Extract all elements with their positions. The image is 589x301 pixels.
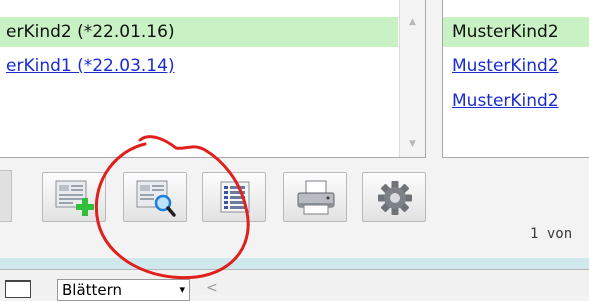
window-icon[interactable] [5,280,31,298]
list-item[interactable]: MusterKind2 [443,86,589,116]
list-item-label: MusterKind2 [452,91,559,111]
scroll-down-arrow[interactable]: ▼ [400,134,425,154]
pagination-text: 1 von [530,226,573,242]
list-item-label: MusterKind2 [452,56,559,76]
gear-icon [378,181,412,215]
list-item-label: MusterKind2 [452,22,559,42]
list-view-button[interactable] [202,172,266,222]
vertical-scrollbar[interactable]: ▲ ▼ [399,0,425,157]
add-record-button[interactable] [42,172,106,222]
list-item[interactable]: MusterKind2 [443,51,589,81]
list-item-label: erKind1 (*22.03.14) [6,56,175,76]
settings-button[interactable] [362,172,426,222]
list-item[interactable]: erKind1 (*22.03.14) [0,51,398,81]
printer-icon [297,180,335,215]
scroll-up-arrow[interactable]: ▲ [400,12,425,32]
search-record-button[interactable] [123,172,187,222]
browse-mode-select[interactable]: Blättern ▾ [57,279,190,301]
browse-mode-value: Blättern [62,281,123,299]
document-magnifier-icon [136,180,176,217]
chevron-down-icon: ▾ [179,283,185,296]
print-button[interactable] [283,172,347,222]
scroll-left-arrow[interactable]: < [206,280,218,296]
list-item-selected[interactable]: erKind2 (*22.01.16) [0,17,398,47]
document-plus-icon [55,180,94,216]
list-item-label: erKind2 (*22.01.16) [6,22,175,42]
toolbar-edge [0,170,12,222]
record-list-left: erKind2 (*22.01.16) erKind1 (*22.03.14) … [0,0,426,158]
list-icon [220,181,250,213]
record-list-right: MusterKind2 MusterKind2 MusterKind2 [442,0,589,158]
list-item-selected[interactable]: MusterKind2 [443,17,589,47]
